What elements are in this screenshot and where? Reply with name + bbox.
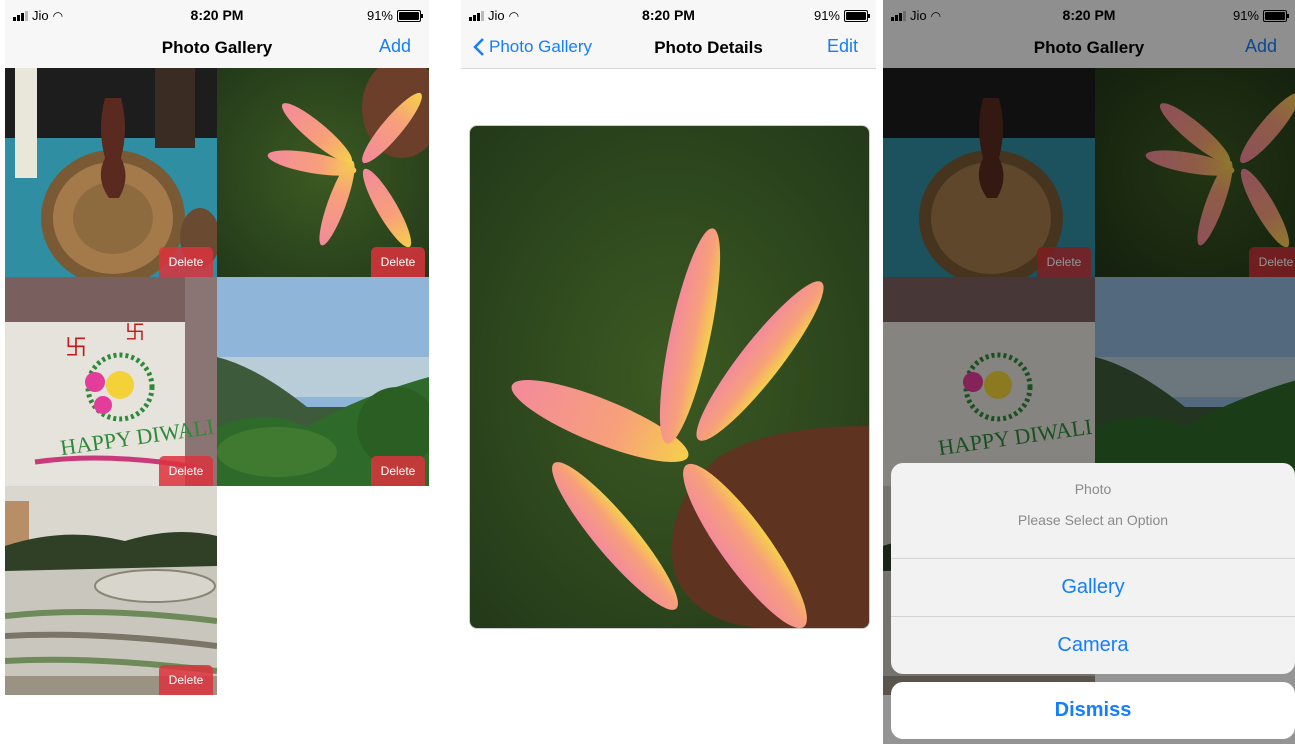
svg-text:卐: 卐 xyxy=(65,336,87,361)
details-screen: Jio ◠ 8:20 PM 91% Photo Gallery Photo De… xyxy=(461,0,876,744)
photo-tile[interactable]: Delete xyxy=(217,277,429,486)
chevron-left-icon xyxy=(473,38,484,56)
action-sheet-screen: Jio ◠ 8:20 PM 91% Photo Gallery Add Dele… xyxy=(883,0,1295,744)
add-button[interactable]: Add xyxy=(379,36,411,57)
table-vase-photo xyxy=(5,68,217,277)
page-title: Photo Details xyxy=(654,38,763,57)
action-sheet-message: Please Select an Option xyxy=(1017,512,1169,528)
plumeria-photo xyxy=(217,68,429,277)
plumeria-photo xyxy=(470,126,869,628)
rangoli-photo: HAPPY DIWALI 卐 卐 xyxy=(5,277,217,486)
edit-button[interactable]: Edit xyxy=(827,36,858,57)
photo-tile[interactable]: HAPPY DIWALI 卐 卐 Delete xyxy=(5,277,217,486)
gallery-option-button[interactable]: Gallery xyxy=(891,558,1295,616)
photo-detail-image xyxy=(469,125,870,629)
amphitheater-photo xyxy=(5,486,217,695)
navigation-bar: Photo Gallery Add xyxy=(5,30,429,69)
status-time: 8:20 PM xyxy=(190,7,244,23)
page-title: Photo Gallery xyxy=(161,38,273,57)
camera-option-button[interactable]: Camera xyxy=(891,616,1295,674)
battery-icon xyxy=(844,9,870,22)
gallery-screen: Jio ◠ 8:20 PM 91% Photo Gallery Add Dele… xyxy=(5,0,429,744)
dismiss-button[interactable]: Dismiss xyxy=(891,682,1295,739)
delete-button[interactable]: Delete xyxy=(159,247,213,277)
delete-button[interactable]: Delete xyxy=(371,247,425,277)
status-bar: Jio ◠ 8:20 PM 91% xyxy=(461,0,876,30)
photo-tile[interactable]: Delete xyxy=(5,486,217,695)
mountain-photo xyxy=(217,277,429,486)
action-sheet: Photo Please Select an Option Gallery Ca… xyxy=(891,463,1295,674)
svg-text:卐: 卐 xyxy=(125,320,145,344)
photo-tile[interactable]: Delete xyxy=(5,68,217,277)
battery-percent: 91% xyxy=(813,8,840,23)
battery-percent: 91% xyxy=(366,8,393,23)
battery-icon xyxy=(397,9,423,22)
status-bar: Jio ◠ 8:20 PM 91% xyxy=(5,0,429,30)
action-sheet-title: Photo xyxy=(1074,481,1112,497)
navigation-bar: Photo Gallery Photo Details Edit xyxy=(461,30,876,69)
delete-button[interactable]: Delete xyxy=(159,665,213,695)
delete-button[interactable]: Delete xyxy=(159,456,213,486)
delete-button[interactable]: Delete xyxy=(371,456,425,486)
photo-tile[interactable]: Delete xyxy=(217,68,429,277)
